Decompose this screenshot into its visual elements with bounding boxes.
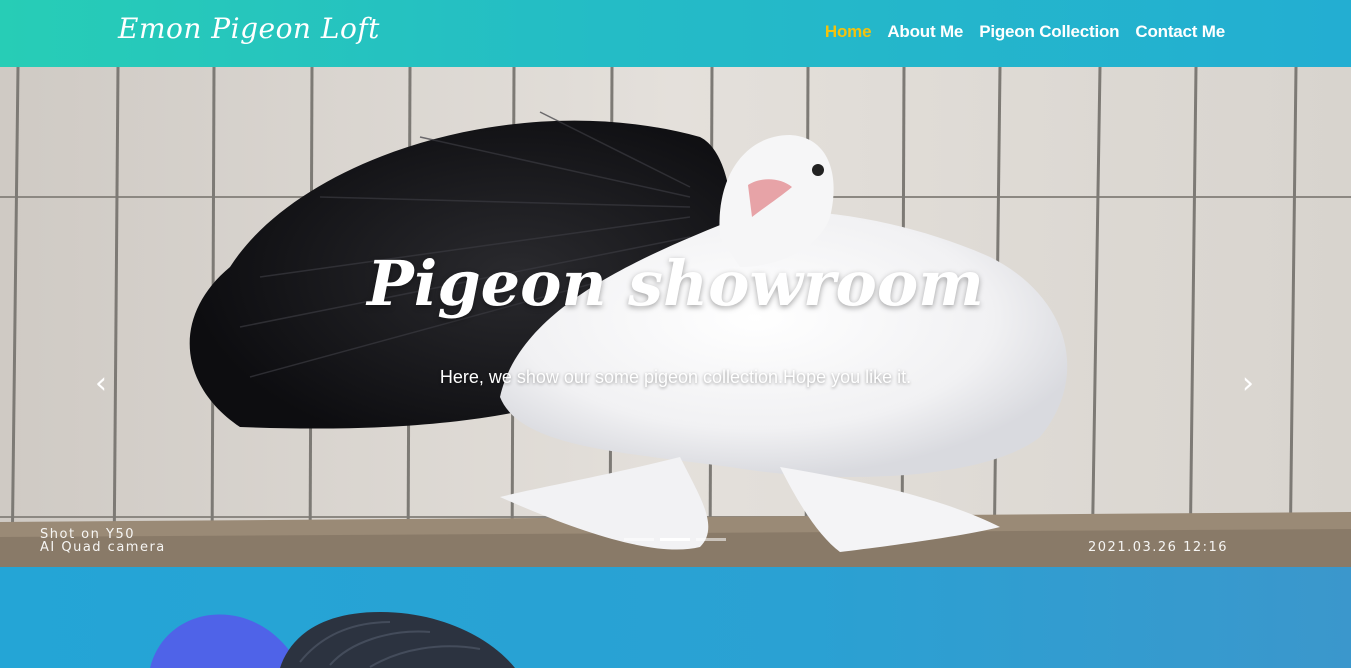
carousel-next-button[interactable]: › (1233, 367, 1263, 401)
chevron-right-icon: › (1242, 366, 1254, 401)
carousel-prev-button[interactable]: ‹ (86, 367, 116, 401)
carousel-indicator-1[interactable] (624, 538, 654, 541)
nav-link-about-me[interactable]: About Me (887, 22, 963, 42)
hero-subtitle: Here, we show our some pigeon collection… (439, 367, 912, 387)
camera-watermark-line2: AI Quad camera (40, 540, 166, 555)
hero-title: Pigeon showroom (367, 247, 984, 320)
camera-watermark: Shot on Y50 AI Quad camera (40, 528, 166, 554)
nav-links: Home About Me Pigeon Collection Contact … (825, 22, 1225, 42)
about-section (0, 567, 1351, 668)
chevron-left-icon: ‹ (95, 366, 107, 401)
carousel-indicators (624, 538, 726, 541)
carousel-indicator-2[interactable] (660, 538, 690, 541)
navbar: Emon Pigeon Loft Home About Me Pigeon Co… (0, 0, 1351, 67)
hero-carousel: Pigeon showroom Here, we show our some p… (0, 67, 1351, 567)
nav-link-contact-me[interactable]: Contact Me (1135, 22, 1225, 42)
nav-link-home[interactable]: Home (825, 22, 872, 42)
nav-link-pigeon-collection[interactable]: Pigeon Collection (979, 22, 1119, 42)
photo-timestamp: 2021.03.26 12:16 (1088, 540, 1229, 555)
brand-logo[interactable]: Emon Pigeon Loft (118, 12, 380, 45)
about-section-image (150, 612, 515, 668)
carousel-indicator-3[interactable] (696, 538, 726, 541)
